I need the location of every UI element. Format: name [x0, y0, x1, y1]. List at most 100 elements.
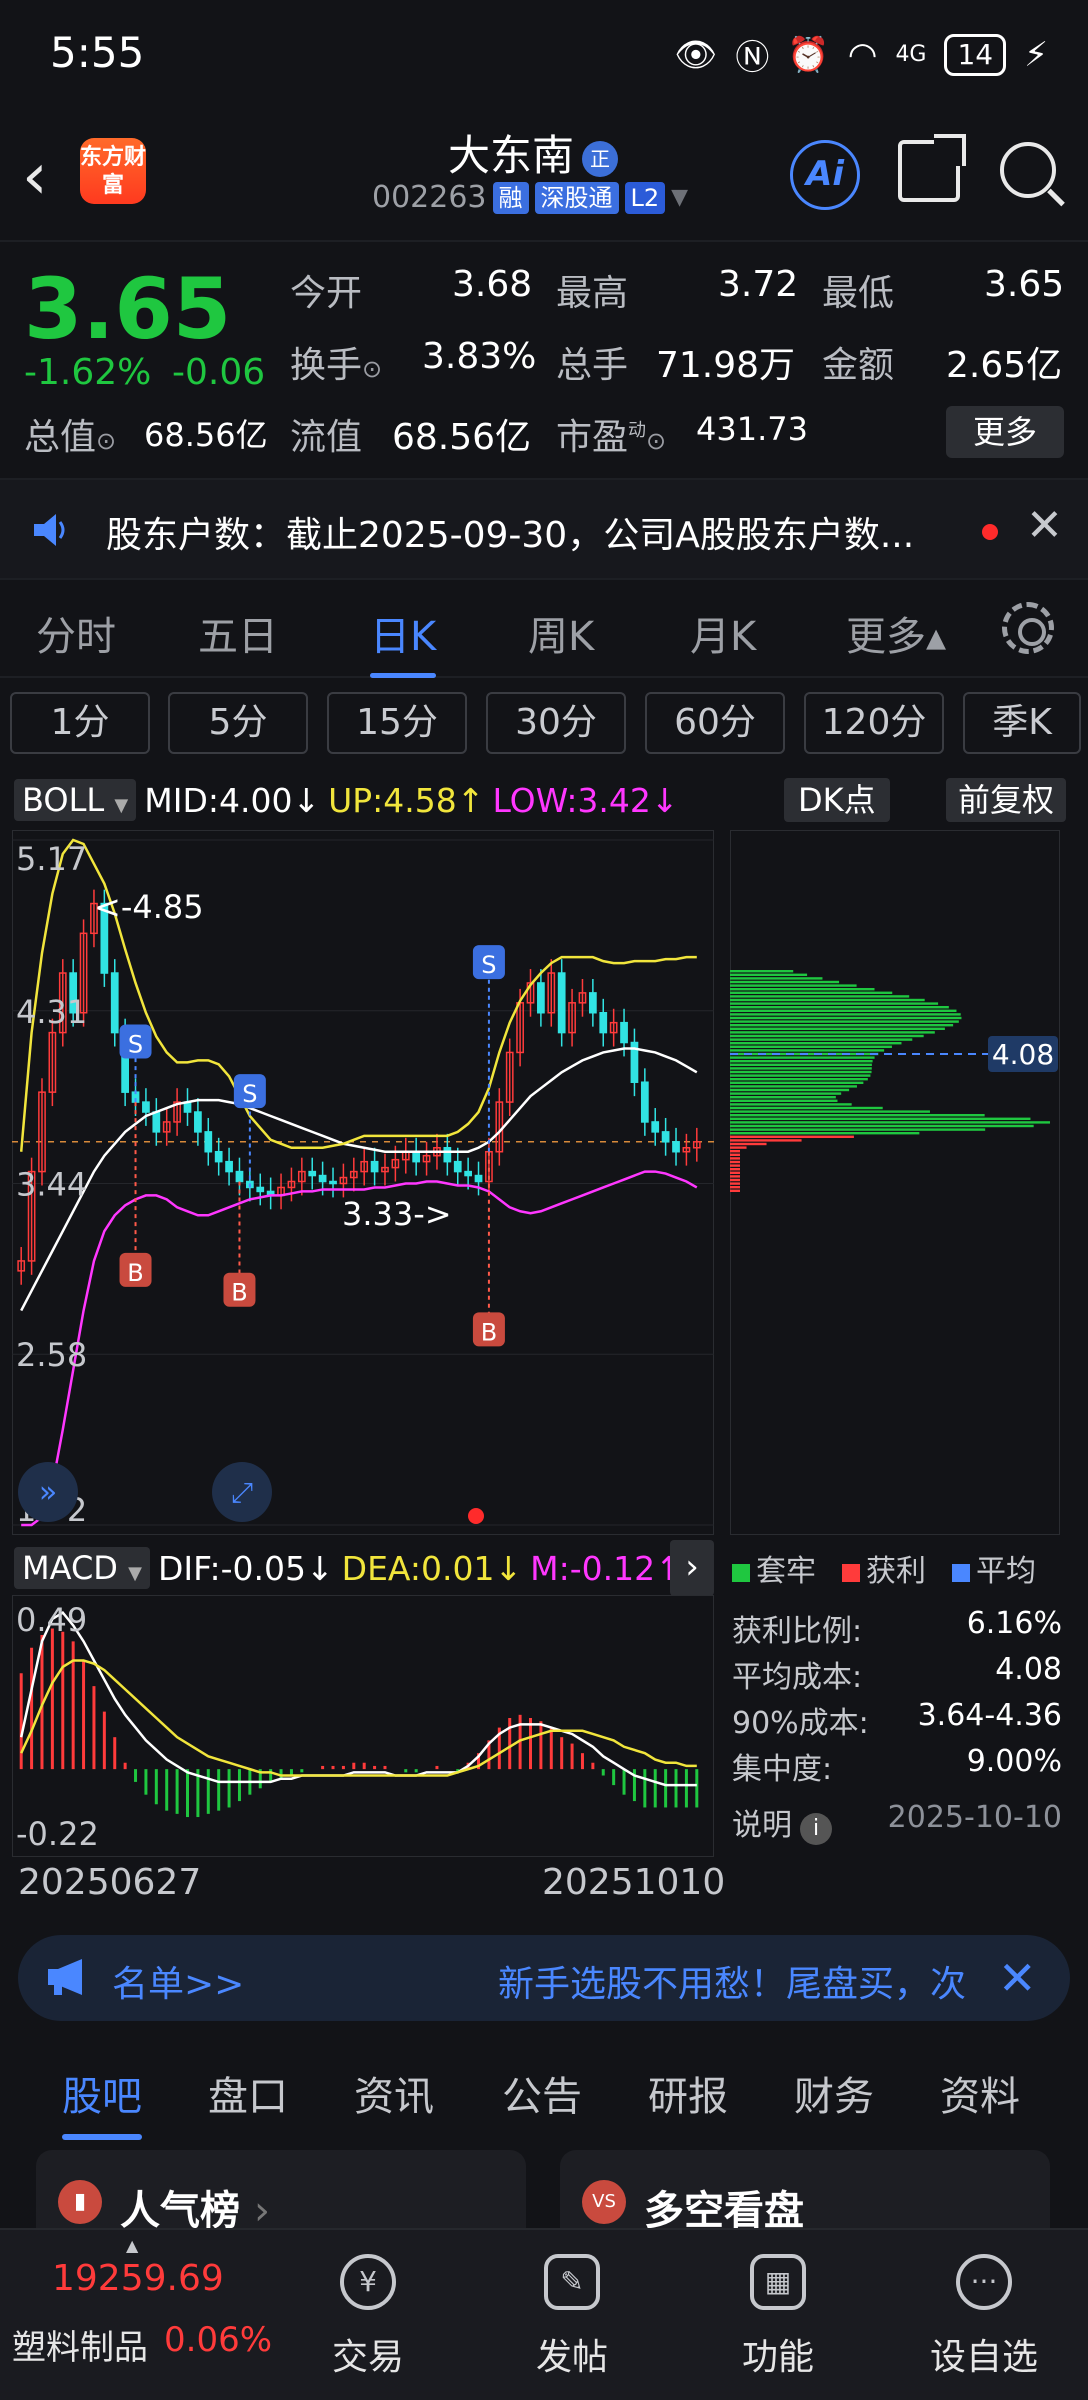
caret-up-icon[interactable]: ▲	[126, 2236, 138, 2255]
tab-financials[interactable]: 财务	[794, 2064, 874, 2122]
interval-15min[interactable]: 15分	[327, 692, 467, 754]
interval-60min[interactable]: 60分	[645, 692, 785, 754]
index-value[interactable]: 19259.69	[52, 2258, 224, 2299]
tab-weekly-k[interactable]: 周K	[528, 604, 594, 662]
boll-legend: BOLL ▼ MID:4.00↓ UP:4.58↑ LOW:3.42↓	[14, 776, 679, 824]
chip-bar	[730, 1067, 872, 1070]
charging-icon: ⚡	[1024, 34, 1048, 75]
turnover-value: 3.83%	[422, 336, 537, 377]
tab-profile[interactable]: 资料	[940, 2064, 1020, 2122]
interval-30min[interactable]: 30分	[486, 692, 626, 754]
chip-bar	[730, 1110, 930, 1113]
tab-news[interactable]: 资讯	[354, 2064, 434, 2122]
interval-1min[interactable]: 1分	[10, 692, 150, 754]
info-icon[interactable]: ⊙	[646, 427, 666, 455]
boll-low: LOW:3.42↓	[492, 780, 679, 820]
chip-bar	[730, 984, 857, 987]
chip-bar	[730, 1160, 740, 1164]
chevron-right-icon[interactable]: ›	[670, 1540, 714, 1596]
close-icon[interactable]: ✕	[1026, 500, 1063, 551]
tab-orderbook[interactable]: 盘口	[208, 2064, 288, 2122]
info-icon: i	[800, 1813, 832, 1845]
macd-select[interactable]: MACD ▼	[14, 1547, 150, 1589]
more-button[interactable]: 更多	[946, 406, 1064, 458]
candle-body	[214, 1150, 223, 1163]
notice-bar[interactable]: 股东户数：截止2025-09-30，公司A股股东户数... ✕	[0, 478, 1088, 580]
promo-list-link[interactable]: 名单>>	[112, 1955, 244, 2007]
macd-y-tick: 0.49	[16, 1601, 87, 1639]
interval-120min[interactable]: 120分	[804, 692, 944, 754]
tab-more[interactable]: 更多▴	[846, 604, 946, 662]
chip-bar	[730, 1056, 875, 1059]
index-name[interactable]: 塑料制品	[12, 2320, 148, 2369]
macd-bars	[19, 1628, 699, 1818]
eye-icon: 👁	[674, 34, 718, 75]
index-change[interactable]: 0.06%	[164, 2320, 272, 2360]
nav-add-watchlist[interactable]: ··· 设自选	[914, 2254, 1054, 2380]
ai-button[interactable]: Ai	[790, 140, 860, 210]
nav-trade[interactable]: ¥ 交易	[298, 2254, 438, 2380]
high-label: 最高	[556, 273, 629, 314]
chip-bar	[730, 977, 823, 980]
chip-distribution-chart[interactable]: 4.08	[730, 830, 1060, 1535]
close-icon[interactable]: ✕	[998, 1951, 1037, 2005]
chip-bar	[730, 973, 808, 976]
info-icon[interactable]: ⊙	[96, 427, 116, 455]
stock-name: 大东南	[448, 131, 575, 180]
y-tick-label: 3.44	[16, 1165, 87, 1203]
promo-text[interactable]: 新手选股不用愁！尾盘买，次日卖	[498, 1955, 968, 2007]
tab-research[interactable]: 研报	[648, 2064, 728, 2122]
share-icon[interactable]	[898, 134, 966, 202]
chip-bar	[730, 1121, 1050, 1124]
candle-body	[412, 1150, 421, 1163]
chip-bar	[730, 1070, 872, 1074]
info-icon[interactable]: ⊙	[362, 355, 382, 383]
chip-bar	[730, 1182, 740, 1185]
kline-frame	[12, 830, 714, 1535]
macd-lines	[19, 1610, 697, 1787]
nav-functions[interactable]: ▦ 功能	[708, 2254, 848, 2380]
candle-body	[256, 1186, 265, 1193]
annotation-high: <-4.85	[94, 888, 204, 926]
back-button[interactable]: ‹	[22, 140, 48, 214]
candle-body	[225, 1160, 233, 1173]
tab-daily-k[interactable]: 日K	[370, 604, 437, 678]
promo-banner[interactable]: 名单>> 新手选股不用愁！尾盘买，次日卖 ✕	[18, 1935, 1070, 2021]
chevron-down-icon[interactable]: ▼	[671, 185, 688, 210]
megaphone-icon	[48, 1959, 82, 1995]
low-label: 最低	[822, 273, 895, 314]
chip-bar	[730, 1114, 985, 1117]
nfc-icon: Ⓝ	[735, 38, 770, 78]
macd-dif: DIF:-0.05↓	[157, 1548, 334, 1588]
tab-monthly-k[interactable]: 月K	[690, 604, 756, 662]
unread-dot	[982, 524, 998, 540]
dk-point-button[interactable]: DK点	[784, 778, 890, 822]
tab-forum[interactable]: 股吧	[62, 2064, 142, 2140]
candle-body	[308, 1170, 317, 1177]
search-icon[interactable]	[1000, 142, 1056, 198]
interval-quarter-k[interactable]: 季K	[963, 692, 1081, 754]
candle-body	[588, 992, 597, 1014]
interval-5min[interactable]: 5分	[168, 692, 308, 754]
notice-text[interactable]: 股东户数：截止2025-09-30，公司A股股东户数...	[106, 506, 946, 558]
adjust-button[interactable]: 前复权	[946, 778, 1067, 822]
macd-chart[interactable]: 0.49 -0.22	[12, 1595, 714, 1857]
nav-post[interactable]: ✎ 发帖	[502, 2254, 642, 2380]
kline-chart[interactable]: 5.174.313.442.581.72 <-4.85 3.33-> SSSBB…	[12, 830, 714, 1535]
chip-footer: 说明 i 2025-10-10	[732, 1800, 1062, 1845]
indicator-select[interactable]: BOLL ▼	[14, 779, 137, 821]
boll-up: UP:4.58↑	[328, 780, 485, 820]
tab-5day[interactable]: 五日	[198, 604, 278, 662]
gear-icon[interactable]	[1002, 602, 1054, 654]
candle-body	[464, 1170, 473, 1177]
candle-body	[620, 1021, 628, 1044]
connect-tag: 深股通	[534, 181, 619, 214]
chip-bar	[730, 1031, 935, 1034]
tab-intraday[interactable]: 分时	[36, 604, 116, 662]
candle-body	[318, 1174, 327, 1183]
signal-label: B	[481, 1318, 497, 1346]
chip-bar	[730, 1016, 962, 1020]
tab-announcements[interactable]: 公告	[502, 2064, 582, 2122]
nav-functions-label: 功能	[741, 2337, 814, 2378]
explain-link[interactable]: 说明 i	[732, 1800, 832, 1845]
